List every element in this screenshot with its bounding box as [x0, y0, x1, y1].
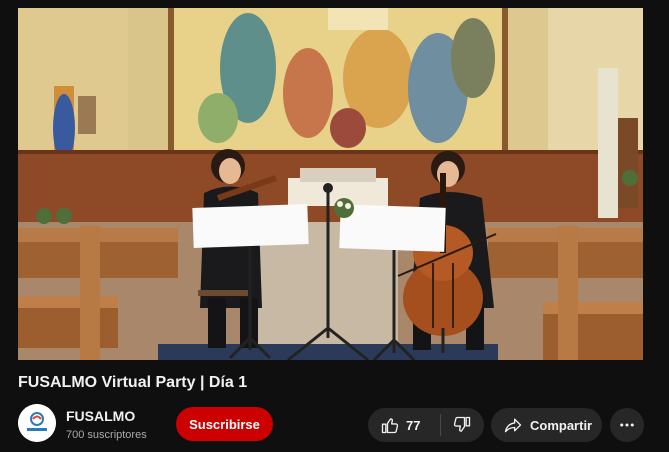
share-arrow-icon [503, 415, 523, 435]
video-frame [18, 8, 643, 360]
like-dislike-bar: 77 [368, 408, 484, 442]
like-button[interactable]: 77 [368, 408, 440, 442]
share-button[interactable]: Compartir [491, 408, 602, 442]
channel-logo-icon [18, 404, 56, 442]
subscribe-button[interactable]: Suscribirse [176, 407, 273, 441]
subscriber-count: 700 suscriptores [66, 429, 147, 441]
top-bar [0, 0, 669, 8]
dislike-button[interactable] [441, 408, 484, 442]
more-actions-button[interactable] [610, 408, 644, 442]
share-label: Compartir [530, 417, 593, 433]
thumbs-down-icon [452, 415, 472, 435]
thumbs-up-icon [380, 415, 400, 435]
more-dots-icon [618, 416, 636, 434]
channel-avatar[interactable] [18, 404, 56, 442]
channel-name[interactable]: FUSALMO [66, 408, 135, 424]
like-count: 77 [406, 417, 421, 433]
video-player[interactable] [18, 8, 643, 360]
video-title: FUSALMO Virtual Party | Día 1 [18, 374, 248, 391]
